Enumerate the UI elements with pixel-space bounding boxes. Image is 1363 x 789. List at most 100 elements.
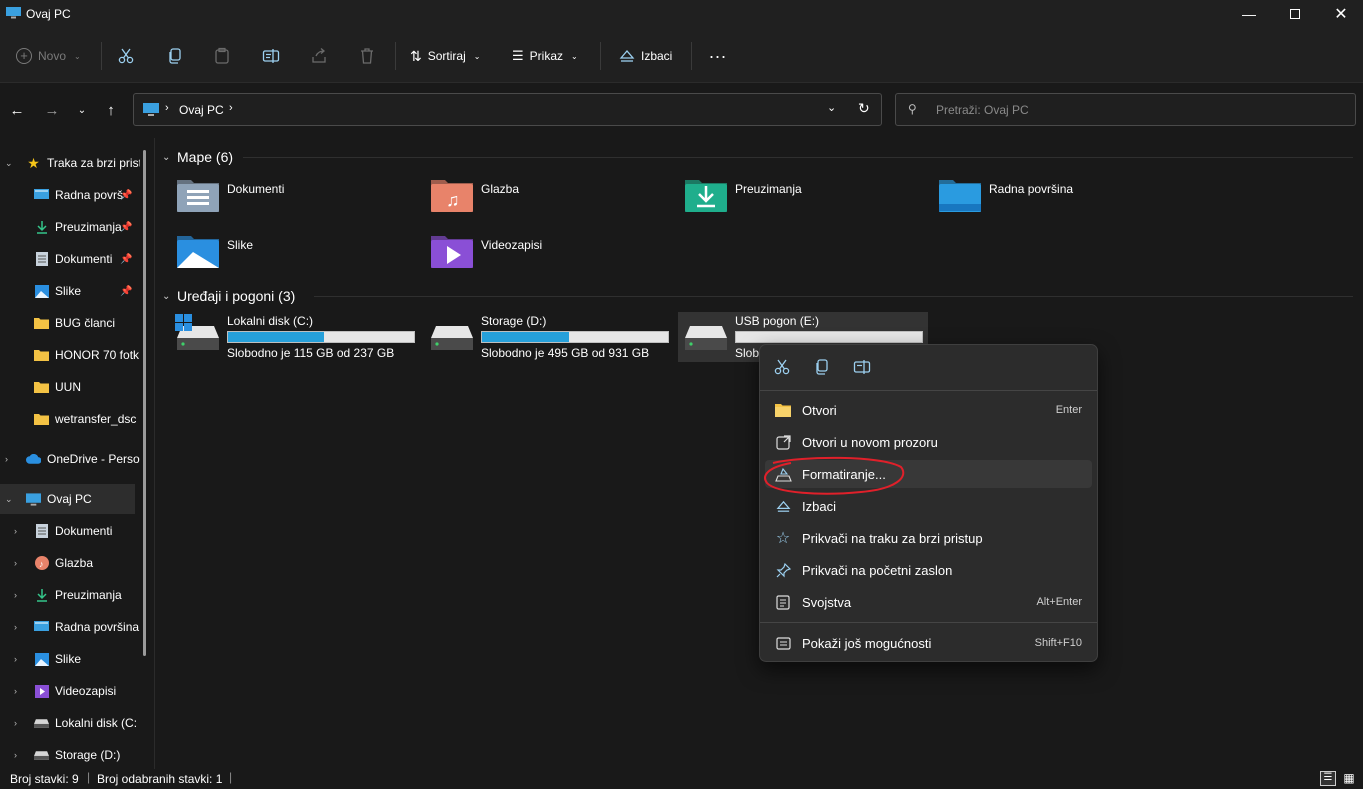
star-outline-icon: ☆ xyxy=(775,530,791,547)
refresh-icon[interactable]: ↻ xyxy=(858,100,870,117)
back-button[interactable]: ← xyxy=(6,100,28,120)
sidebar-item-label: Radna površ xyxy=(55,188,124,202)
menu-item-star-outline[interactable]: ☆ Prikvači na traku za brzi pristup xyxy=(765,524,1092,552)
chevron-right-icon[interactable]: › xyxy=(14,654,17,664)
delete-button[interactable] xyxy=(358,42,376,70)
eject-button[interactable]: Izbaci xyxy=(619,42,672,70)
details-view-button[interactable]: ☰ xyxy=(1320,771,1336,786)
chevron-down-icon[interactable]: ⌄ xyxy=(5,158,13,169)
sidebar-item-radna-povr[interactable]: Radna površ 📌 xyxy=(0,180,140,210)
chevron-right-icon[interactable]: › xyxy=(14,718,17,728)
chevron-right-icon[interactable]: › xyxy=(14,526,17,536)
chevron-down-icon[interactable]: ⌄ xyxy=(162,152,170,163)
address-bar[interactable]: › Ovaj PC › ⌄ ↻ xyxy=(133,93,882,126)
chevron-right-icon[interactable]: › xyxy=(14,558,17,568)
folder-icon xyxy=(431,236,473,268)
recent-locations-button[interactable]: ⌄ xyxy=(71,100,93,120)
new-button[interactable]: + Novo ⌄ xyxy=(16,42,81,70)
breadcrumb-separator-icon[interactable]: › xyxy=(229,102,233,114)
share-button[interactable] xyxy=(310,42,328,70)
chevron-down-icon[interactable]: ⌄ xyxy=(5,494,13,505)
forward-button[interactable]: → xyxy=(41,100,63,120)
close-button[interactable]: ✕ xyxy=(1318,0,1363,28)
sidebar-item-dokumenti[interactable]: › Dokumenti xyxy=(0,516,140,546)
chevron-right-icon[interactable]: › xyxy=(14,750,17,760)
maximize-button[interactable] xyxy=(1272,0,1318,28)
up-button[interactable]: ↑ xyxy=(100,100,122,120)
menu-item-label: Prikvači na početni zaslon xyxy=(802,562,953,578)
more-button[interactable]: ... xyxy=(709,38,727,66)
tiles-view-button[interactable]: ▦ xyxy=(1341,771,1357,786)
folder-item[interactable]: Slike xyxy=(177,232,407,272)
copy-icon xyxy=(816,359,828,375)
address-dropdown-icon[interactable]: ⌄ xyxy=(827,101,836,114)
menu-item-pin[interactable]: Prikvači na početni zaslon xyxy=(765,556,1092,584)
sidebar-item-label: OneDrive - Perso xyxy=(47,452,140,466)
drives-section-header[interactable]: Uređaji i pogoni (3) xyxy=(177,288,295,304)
folders-section-header[interactable]: Mape (6) xyxy=(177,149,233,165)
sidebar-item-label: Slike xyxy=(55,284,82,298)
sidebar-item-bug-lanci[interactable]: BUG članci xyxy=(0,308,140,338)
sidebar-item-honor-70-fotk[interactable]: HONOR 70 fotk xyxy=(0,340,140,370)
divider xyxy=(314,296,1353,297)
status-separator: | xyxy=(87,770,91,784)
sidebar-item-lokalni-disk-c[interactable]: › Lokalni disk (C: xyxy=(0,708,140,738)
folder-item[interactable]: ♫ Glazba xyxy=(431,176,661,216)
folder-item[interactable]: Preuzimanja xyxy=(685,176,915,216)
sidebar-item-slike[interactable]: Slike 📌 xyxy=(0,276,140,306)
cut-button[interactable] xyxy=(773,358,793,378)
sidebar-item-ovaj-pc[interactable]: ⌄ Ovaj PC xyxy=(0,484,135,514)
chevron-right-icon[interactable]: › xyxy=(14,686,17,696)
menu-item-more-options[interactable]: Pokaži još mogućnosti Shift+F10 xyxy=(765,629,1092,657)
menu-item-properties[interactable]: Svojstva Alt+Enter xyxy=(765,588,1092,616)
drive-item[interactable]: Lokalni disk (C:) Slobodno je 115 GB od 2… xyxy=(175,312,421,362)
sidebar-item-storage-d[interactable]: › Storage (D:) xyxy=(0,740,140,769)
chevron-right-icon[interactable]: › xyxy=(14,590,17,600)
sidebar-item-glazba[interactable]: › ♪ Glazba xyxy=(0,548,140,578)
menu-item-new-window[interactable]: Otvori u novom prozoru xyxy=(765,428,1092,456)
folder-item[interactable]: Dokumenti xyxy=(177,176,407,216)
folder-name: Glazba xyxy=(481,182,520,196)
sidebar-item-traka-za-brzi-prist[interactable]: ⌄ ★ Traka za brzi prist xyxy=(0,148,140,178)
sidebar-item-videozapisi[interactable]: › Videozapisi xyxy=(0,676,140,706)
chevron-down-icon: ⌄ xyxy=(74,51,81,61)
minimize-button[interactable]: — xyxy=(1226,0,1272,28)
divider xyxy=(760,622,1097,623)
cut-button[interactable] xyxy=(117,42,135,70)
folder-icon xyxy=(34,316,49,330)
view-button[interactable]: ☰ Prikaz ⌄ xyxy=(512,42,578,70)
chevron-down-icon[interactable]: ⌄ xyxy=(162,291,170,302)
sidebar-item-preuzimanja[interactable]: Preuzimanja 📌 xyxy=(0,212,140,242)
folder-name: Slike xyxy=(227,238,254,252)
chevron-down-icon: ⌄ xyxy=(571,51,578,61)
pin-icon: 📌 xyxy=(120,253,133,265)
sidebar-item-wetransfer-dsc[interactable]: wetransfer_dsc xyxy=(0,404,140,434)
chevron-right-icon[interactable]: › xyxy=(5,454,8,464)
pane-divider[interactable] xyxy=(154,138,155,769)
folder-item[interactable]: Videozapisi xyxy=(431,232,661,272)
sidebar-item-radna-povr-ina[interactable]: › Radna površina xyxy=(0,612,140,642)
rename-button[interactable] xyxy=(853,358,873,378)
sidebar-item-uun[interactable]: UUN xyxy=(0,372,140,402)
share-icon xyxy=(312,48,326,63)
sidebar-scrollbar[interactable] xyxy=(143,150,146,656)
paste-button[interactable] xyxy=(213,42,231,70)
search-box[interactable]: ⚲ Pretraži: Ovaj PC xyxy=(895,93,1356,126)
rename-button[interactable] xyxy=(262,42,280,70)
folder-item[interactable]: Radna površina xyxy=(939,176,1169,216)
sidebar-item-dokumenti[interactable]: Dokumenti 📌 xyxy=(0,244,140,274)
divider xyxy=(600,42,601,70)
search-input[interactable]: Pretraži: Ovaj PC xyxy=(936,103,1029,117)
sort-button[interactable]: ⇅ Sortiraj ⌄ xyxy=(410,42,480,70)
status-separator: | xyxy=(229,770,233,784)
drive-item[interactable]: Storage (D:) Slobodno je 495 GB od 931 GB xyxy=(431,312,675,362)
drive-name: USB pogon (E:) xyxy=(735,314,820,328)
sidebar-item-onedrive-perso[interactable]: › OneDrive - Perso xyxy=(0,444,140,474)
menu-item-open-folder[interactable]: Otvori Enter xyxy=(765,396,1092,424)
copy-button[interactable] xyxy=(166,42,184,70)
sidebar-item-slike[interactable]: › Slike xyxy=(0,644,140,674)
copy-button[interactable] xyxy=(813,358,833,378)
breadcrumb-ovaj-pc[interactable]: Ovaj PC xyxy=(179,103,224,117)
sidebar-item-preuzimanja[interactable]: › Preuzimanja xyxy=(0,580,140,610)
chevron-right-icon[interactable]: › xyxy=(14,622,17,632)
